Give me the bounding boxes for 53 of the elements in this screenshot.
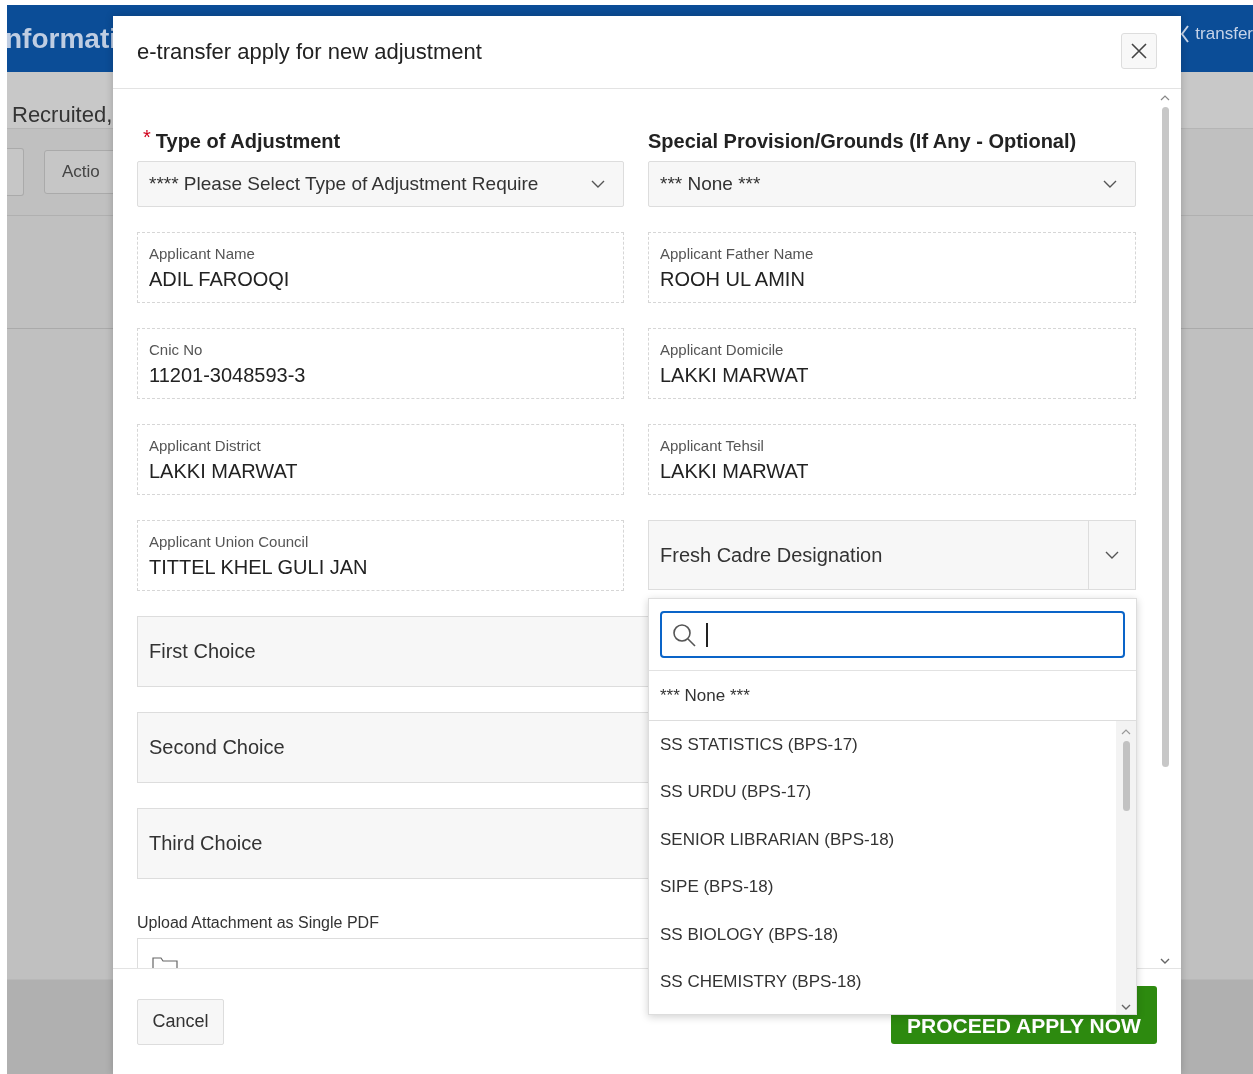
field-placeholder: First Choice <box>149 640 256 663</box>
chevron-left-icon <box>1181 24 1190 43</box>
chevron-up-icon <box>1121 729 1131 735</box>
field-label: Applicant Union Council <box>149 532 310 550</box>
field-placeholder: Third Choice <box>149 832 263 855</box>
field-label: Applicant Name <box>149 244 256 262</box>
select-value: **** Please Select Type of Adjustment Require <box>149 173 539 195</box>
search-field[interactable] <box>660 611 1125 658</box>
field-label: Applicant District <box>149 436 262 454</box>
scrollbar[interactable] <box>1116 721 1136 1014</box>
dropdown-option[interactable]: SS BIOLOGY (BPS-18) <box>649 911 1116 959</box>
chevron-down-icon <box>591 180 605 188</box>
chevron-down-icon <box>1160 958 1170 964</box>
popup-field[interactable]: Fresh Cadre Designation <box>648 520 1136 590</box>
field-value: Fresh Cadre Designation <box>660 543 883 567</box>
dropdown-option[interactable]: SS STATISTICS (BPS-17) <box>649 721 1116 769</box>
field-label: Upload Attachment as Single PDF <box>137 914 380 932</box>
field-value: ROOH UL AMIN <box>660 267 806 291</box>
page-heading: Recruited, <box>12 102 113 128</box>
field-label: Special Provision/Grounds (If Any - Optional) <box>648 129 1077 154</box>
select-value: *** None *** <box>660 173 761 195</box>
dropdown-option[interactable]: SENIOR LIBRARIAN (BPS-18) <box>649 816 1116 864</box>
chevron-down-icon <box>1105 551 1119 559</box>
chevron-up-icon <box>1160 95 1170 101</box>
cancel-button[interactable]: Cancel <box>137 998 224 1045</box>
chevron-down-icon <box>1103 180 1117 188</box>
scrollbar-thumb[interactable] <box>1122 741 1130 811</box>
field-value: LAKKI MARWAT <box>660 459 810 483</box>
search-icon <box>672 622 696 647</box>
page-title: nformati <box>5 22 117 55</box>
required-mark: * <box>143 127 151 147</box>
field-value: LAKKI MARWAT <box>149 459 299 483</box>
toolbar-button[interactable] <box>7 148 24 196</box>
header-link[interactable]: transfer <box>1195 23 1253 44</box>
field-label: Applicant Tehsil <box>660 436 765 454</box>
text-cursor <box>706 622 708 647</box>
field-value: TITTEL KHEL GULI JAN <box>149 555 369 579</box>
chevron-down-icon <box>1121 1004 1131 1010</box>
field-placeholder: Second Choice <box>149 736 285 759</box>
field-value: LAKKI MARWAT <box>660 363 810 387</box>
field-value: ADIL FAROOQI <box>149 267 291 291</box>
close-button[interactable] <box>1121 33 1157 69</box>
dialog-title: e-transfer apply for new adjustment <box>137 39 482 65</box>
close-icon <box>1131 43 1147 59</box>
dropdown-option[interactable]: SS CHEMISTRY (BPS-18) <box>649 958 1116 1006</box>
field-label: Applicant Father Name <box>660 244 815 262</box>
field-label: Cnic No <box>149 340 204 358</box>
select-field[interactable]: **** Please Select Type of Adjustment Require <box>137 161 624 207</box>
field-label: Type of Adjustment <box>155 129 341 154</box>
field-value: 11201-3048593-3 <box>149 363 307 387</box>
select-field[interactable]: *** None *** <box>648 161 1136 207</box>
field-label: Applicant Domicile <box>660 340 785 358</box>
scrollbar-thumb[interactable] <box>1161 107 1169 767</box>
